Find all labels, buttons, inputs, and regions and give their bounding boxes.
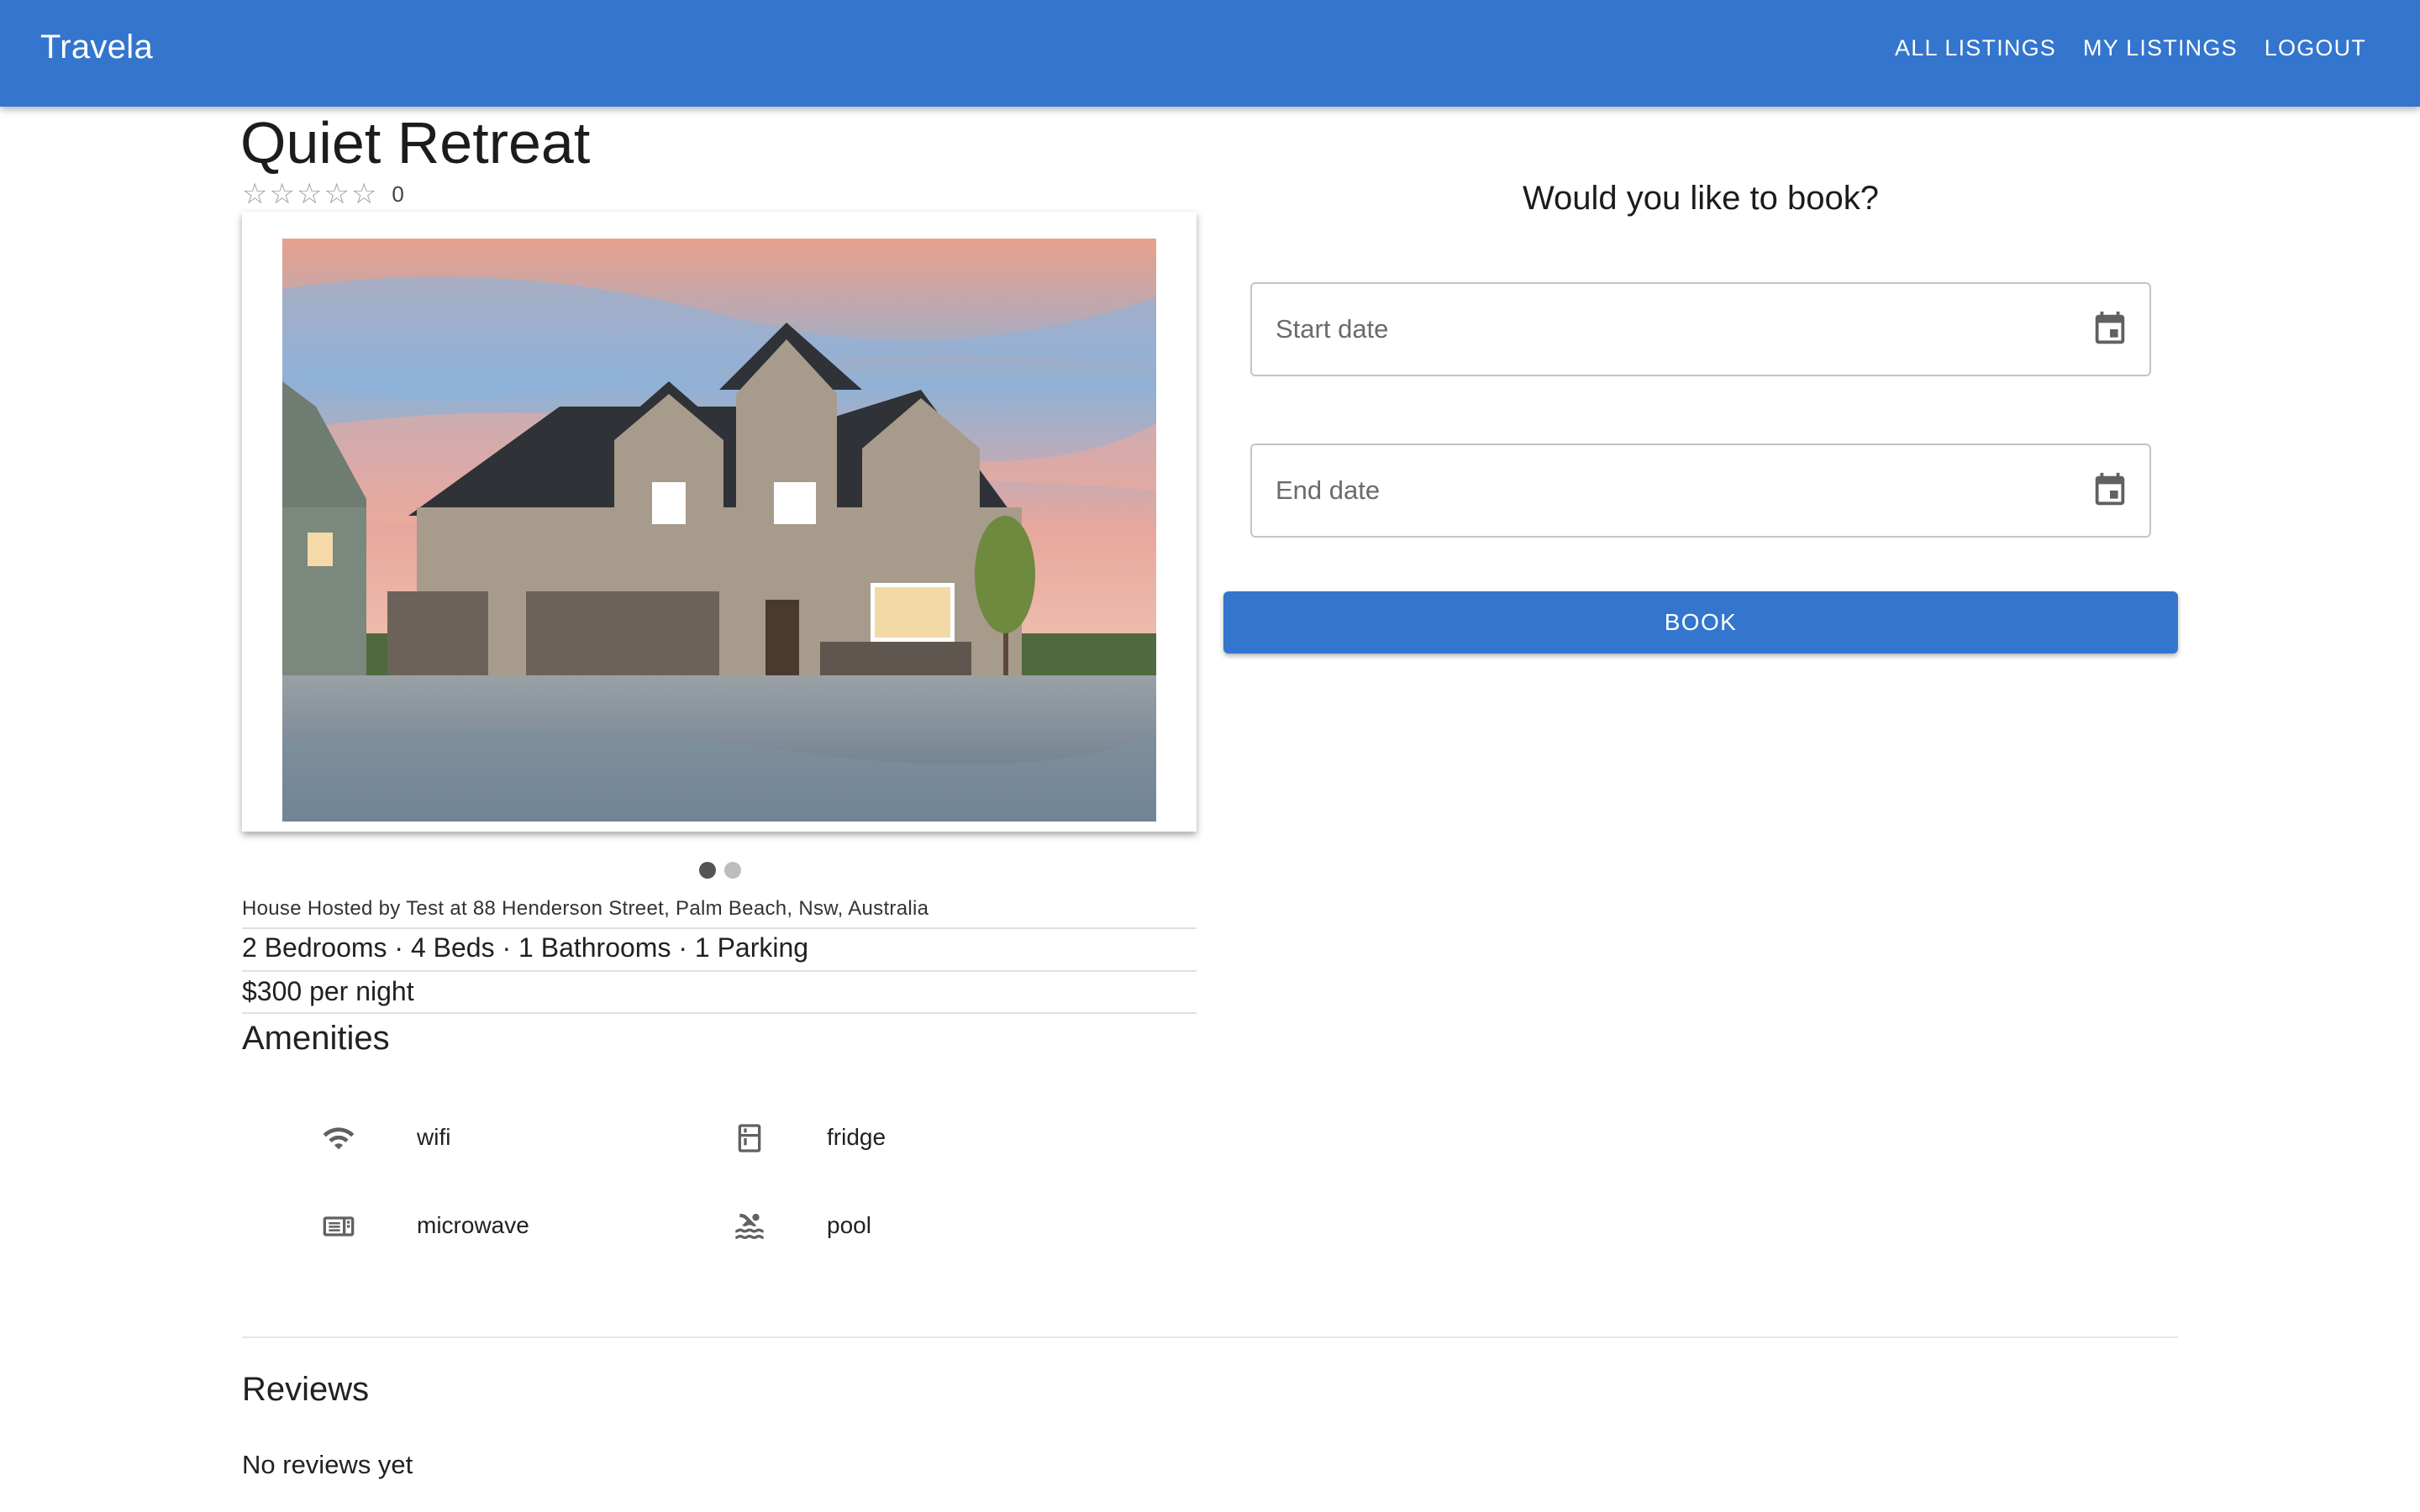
app-bar: Travela ALL LISTINGS MY LISTINGS LOGOUT xyxy=(0,0,2420,107)
listing-title: Quiet Retreat xyxy=(240,110,591,176)
pool-icon xyxy=(733,1210,766,1243)
top-nav: ALL LISTINGS MY LISTINGS LOGOUT xyxy=(1895,35,2366,61)
nav-all-listings[interactable]: ALL LISTINGS xyxy=(1895,35,2056,61)
booking-heading: Would you like to book? xyxy=(1523,180,1879,217)
end-date-placeholder: End date xyxy=(1276,475,1381,505)
start-date-field[interactable]: Start date xyxy=(1250,282,2151,376)
listing-photo xyxy=(282,239,1156,822)
star-empty-icon: ☆ xyxy=(350,178,377,210)
nav-logout[interactable]: LOGOUT xyxy=(2265,35,2366,61)
end-date-field[interactable]: End date xyxy=(1250,444,2151,538)
listing-price: $300 per night xyxy=(242,976,1197,1014)
amenity-label-pool: pool xyxy=(827,1212,871,1238)
listing-specs: 2 Bedrooms · 4 Beds · 1 Bathrooms · 1 Pa… xyxy=(242,932,1197,972)
star-empty-icon: ☆ xyxy=(324,178,350,210)
image-carousel[interactable] xyxy=(242,212,1197,832)
star-empty-icon: ☆ xyxy=(296,178,323,210)
amenity-wifi xyxy=(322,1121,355,1155)
fridge-icon xyxy=(733,1121,766,1155)
reviews-heading: Reviews xyxy=(242,1371,370,1408)
calendar-icon[interactable] xyxy=(2091,471,2129,510)
amenity-label-microwave: microwave xyxy=(417,1212,529,1238)
reviews-empty-state: No reviews yet xyxy=(242,1450,413,1479)
amenity-microwave xyxy=(322,1210,355,1243)
amenity-pool xyxy=(733,1210,766,1243)
section-divider xyxy=(242,1336,2178,1338)
brand-logo-text[interactable]: Travela xyxy=(40,29,153,66)
rating-count: 0 xyxy=(392,181,404,207)
carousel-dot-1[interactable] xyxy=(699,862,716,879)
star-empty-icon: ☆ xyxy=(242,178,268,210)
carousel-dot-2[interactable] xyxy=(724,862,741,879)
amenity-label-wifi: wifi xyxy=(417,1124,451,1150)
nav-my-listings[interactable]: MY LISTINGS xyxy=(2083,35,2238,61)
amenity-label-fridge: fridge xyxy=(827,1124,886,1150)
amenities-heading: Amenities xyxy=(242,1020,390,1057)
start-date-placeholder: Start date xyxy=(1276,314,1389,344)
book-button[interactable]: BOOK xyxy=(1223,591,2178,654)
wifi-icon xyxy=(322,1121,355,1155)
microwave-icon xyxy=(322,1210,355,1243)
host-address: House Hosted by Test at 88 Henderson Str… xyxy=(242,897,1197,929)
carousel-indicators xyxy=(699,862,741,879)
calendar-icon[interactable] xyxy=(2091,310,2129,349)
rating: ☆ ☆ ☆ ☆ ☆ 0 xyxy=(242,176,404,212)
star-empty-icon: ☆ xyxy=(269,178,295,210)
amenity-fridge xyxy=(733,1121,766,1155)
